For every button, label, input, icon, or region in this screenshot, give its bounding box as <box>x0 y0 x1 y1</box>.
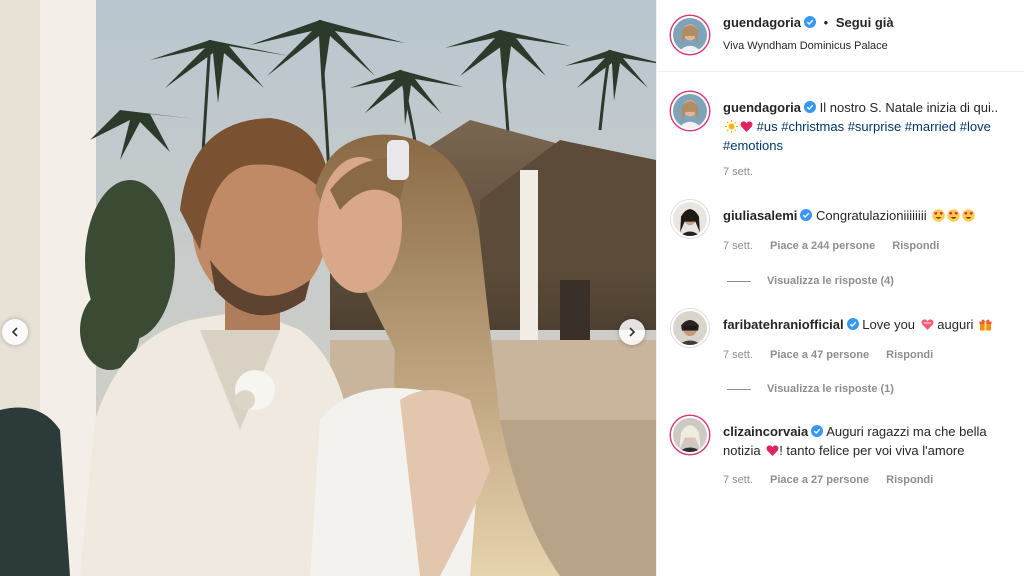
previous-photo-button[interactable] <box>2 319 28 345</box>
view-replies-label: Visualizza le risposte (1) <box>767 383 894 395</box>
comment-time[interactable]: 7 sett. <box>723 474 753 486</box>
heart-ribbon-icon <box>921 319 934 330</box>
author-avatar[interactable] <box>671 16 709 54</box>
post-photo <box>0 0 656 576</box>
comment-text: Love you <box>862 317 916 332</box>
comment-body: faribatehraniofficial Love you auguri <box>723 315 1019 334</box>
comment-giuliasalemi: giuliasalemi Congratulazioniiiiiiii 7 se… <box>657 200 1024 295</box>
view-replies-button[interactable]: Visualizza le risposte (4) <box>727 275 894 287</box>
comment-text-after: auguri <box>937 317 974 332</box>
caption: guendagoria Il nostro S. Natale inizia d… <box>657 92 1024 182</box>
view-replies-label: Visualizza le risposte (4) <box>767 275 894 287</box>
comment-clizaincorvaia: clizaincorvaia Auguri ragazzi ma che bel… <box>657 416 1024 506</box>
comment-username[interactable]: faribatehraniofficial <box>723 317 844 332</box>
comment-text-after: ! tanto felice per voi viva l'amore <box>779 443 965 458</box>
comment-likes[interactable]: Piace a 27 persone <box>770 474 869 486</box>
gift-icon <box>979 319 992 331</box>
next-photo-button[interactable] <box>619 319 645 345</box>
chevron-right-icon <box>629 327 636 337</box>
post-side-panel: guendagoria • Segui già Viva Wyndham Dom… <box>656 0 1024 576</box>
wedding-kiss-photo <box>0 0 656 576</box>
post-location[interactable]: Viva Wyndham Dominicus Palace <box>723 40 888 52</box>
comment-username[interactable]: giuliasalemi <box>723 208 797 223</box>
verified-badge-icon <box>846 318 859 330</box>
replies-divider <box>727 388 751 390</box>
separator-dot: • <box>823 15 829 30</box>
comment-meta: 7 sett. Piace a 47 persone Rispondi <box>723 349 947 361</box>
hashtag-surprise[interactable]: #surprise <box>848 119 901 134</box>
post-header: guendagoria • Segui già Viva Wyndham Dom… <box>657 0 1024 72</box>
comment-body: giuliasalemi Congratulazioniiiiiiii <box>723 206 1019 225</box>
chevron-left-icon <box>11 327 18 337</box>
hashtag-married[interactable]: #married <box>905 119 956 134</box>
comment-faribatehraniofficial: faribatehraniofficial Love you auguri 7 … <box>657 309 1024 404</box>
comment-likes[interactable]: Piace a 244 persone <box>770 240 875 252</box>
comment-meta: 7 sett. Piace a 244 persone Rispondi <box>723 240 953 252</box>
hashtag-us[interactable]: #us <box>757 119 778 134</box>
header-line: guendagoria • Segui già <box>723 15 894 30</box>
comment-body: clizaincorvaia Auguri ragazzi ma che bel… <box>723 422 1019 460</box>
comment-time[interactable]: 7 sett. <box>723 240 753 252</box>
verified-badge-icon <box>800 209 813 221</box>
reply-button[interactable]: Rispondi <box>886 349 933 361</box>
heart-eyes-icon <box>932 209 945 222</box>
verified-badge-icon <box>804 101 817 113</box>
commenter-avatar[interactable] <box>671 200 709 238</box>
author-username[interactable]: guendagoria <box>723 15 801 30</box>
reply-button[interactable]: Rispondi <box>886 474 933 486</box>
sun-icon <box>725 120 738 133</box>
heart-eyes-icon <box>962 209 975 222</box>
hashtag-christmas[interactable]: #christmas <box>781 119 844 134</box>
hashtag-love[interactable]: #love <box>960 119 991 134</box>
comment-time[interactable]: 7 sett. <box>723 349 753 361</box>
heart-eyes-icon <box>947 209 960 222</box>
hashtag-emotions[interactable]: #emotions <box>723 138 783 153</box>
verified-badge-icon <box>804 16 817 28</box>
following-button[interactable]: Segui già <box>836 15 894 30</box>
comment-likes[interactable]: Piace a 47 persone <box>770 349 869 361</box>
commenter-avatar[interactable] <box>671 416 709 454</box>
caption-avatar[interactable] <box>671 92 709 130</box>
red-heart-icon <box>766 445 779 456</box>
caption-time[interactable]: 7 sett. <box>723 166 753 178</box>
comment-username[interactable]: clizaincorvaia <box>723 424 808 439</box>
caption-meta: 7 sett. <box>723 166 767 178</box>
comment-meta: 7 sett. Piace a 27 persone Rispondi <box>723 474 947 486</box>
comment-text: Congratulazioniiiiiiii <box>816 208 927 223</box>
caption-body: guendagoria Il nostro S. Natale inizia d… <box>723 98 1019 155</box>
caption-text: Il nostro S. Natale inizia di qui.. <box>819 100 999 115</box>
verified-badge-icon <box>811 425 824 437</box>
reply-button[interactable]: Rispondi <box>892 240 939 252</box>
commenter-avatar[interactable] <box>671 309 709 347</box>
view-replies-button[interactable]: Visualizza le risposte (1) <box>727 383 894 395</box>
caption-username[interactable]: guendagoria <box>723 100 801 115</box>
replies-divider <box>727 280 751 282</box>
red-heart-icon <box>740 121 753 132</box>
